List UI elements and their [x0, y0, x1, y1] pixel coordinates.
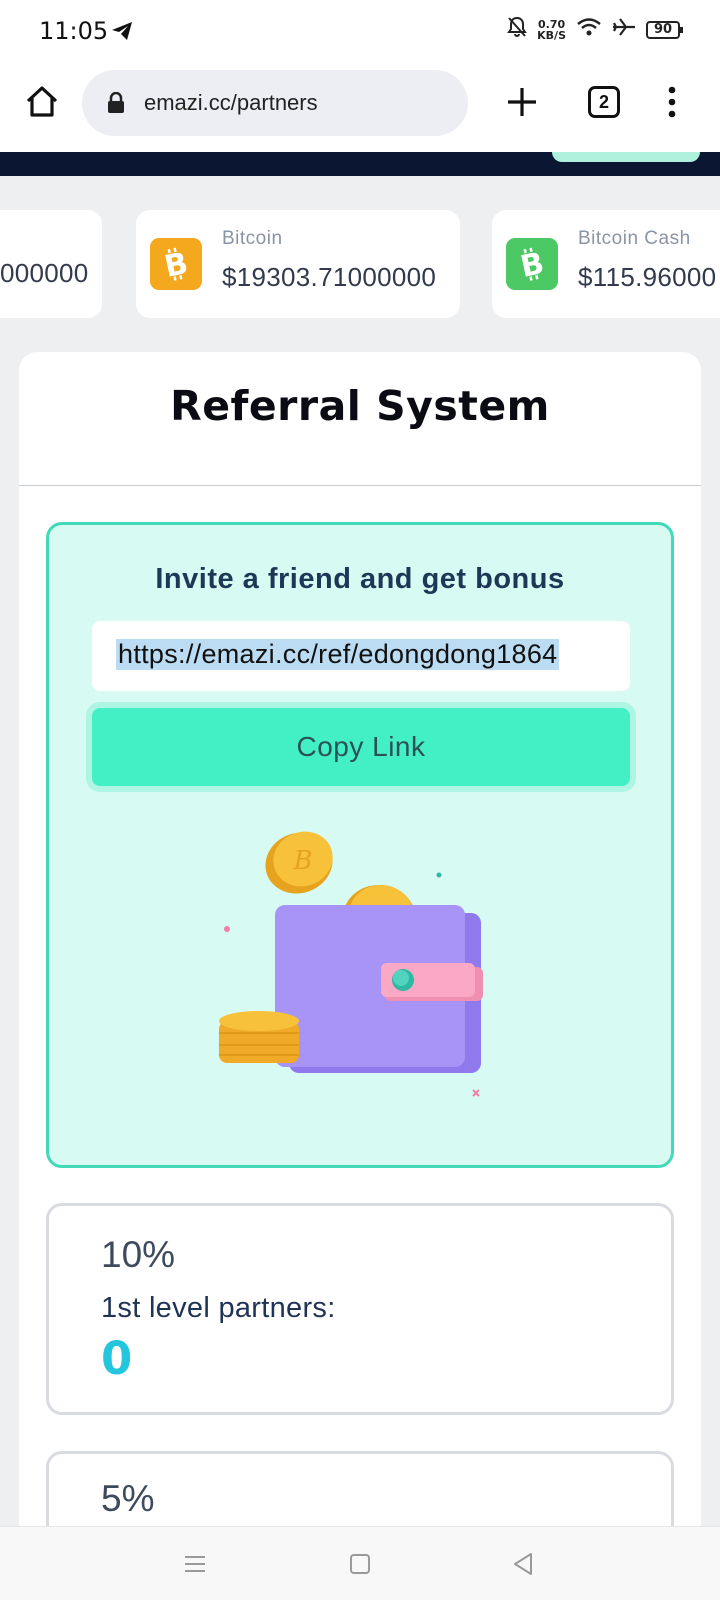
battery-icon: 90: [646, 20, 683, 39]
referral-link-field[interactable]: https://emazi.cc/ref/edongdong1864: [92, 621, 630, 691]
back-button[interactable]: [508, 1549, 538, 1579]
recent-apps-button[interactable]: [180, 1549, 210, 1579]
divider: [19, 485, 701, 486]
square-icon: [350, 1554, 370, 1574]
referral-link-text[interactable]: https://emazi.cc/ref/edongdong1864: [116, 639, 560, 670]
wallet-illustration: B B: [219, 831, 483, 1097]
ticker-name: Bitcoin: [222, 228, 283, 249]
more-vert-icon: [668, 86, 676, 118]
status-bar: 11:05 0.70 KB/S 90: [0, 0, 720, 62]
browser-menu-button[interactable]: [660, 82, 684, 122]
page-title: Referral System: [170, 382, 550, 430]
level-count: 0: [101, 1332, 133, 1385]
wifi-icon: [576, 17, 602, 42]
airplane-icon: [612, 17, 636, 42]
home-icon: [26, 86, 58, 117]
ticker-card-bitcoin: B Bitcoin $19303.71000000: [136, 210, 460, 318]
home-nav-button[interactable]: [345, 1549, 375, 1579]
mute-icon: [507, 16, 528, 43]
bitcoin-icon: B: [150, 238, 202, 290]
level-percent: 5%: [101, 1478, 155, 1519]
copy-link-button[interactable]: Copy Link: [92, 708, 630, 786]
ticker-price: $19303.71000000: [222, 262, 437, 292]
svg-text:B: B: [292, 846, 312, 876]
status-time: 11:05: [39, 17, 109, 45]
coin-icon: B: [265, 831, 333, 894]
browser-toolbar: emazi.cc/partners 2: [0, 62, 720, 152]
net-speed: 0.70 KB/S: [537, 19, 566, 41]
wallet-icon: [275, 905, 483, 1073]
home-button[interactable]: [22, 82, 62, 122]
level-percent: 10%: [101, 1234, 176, 1275]
ticker-card: 000000: [0, 210, 102, 318]
lock-icon: [107, 91, 125, 119]
sparkle-cross: [472, 1089, 480, 1097]
invite-heading: Invite a friend and get bonus: [155, 563, 565, 595]
plus-icon: [508, 88, 536, 116]
system-navigation-bar: [0, 1526, 720, 1600]
sparkle-dot: [224, 926, 230, 932]
status-icons: 0.70 KB/S 90: [507, 16, 683, 43]
invite-panel: Invite a friend and get bonus https://em…: [46, 522, 674, 1168]
coin-stack-icon: [219, 1011, 299, 1063]
ticker-name: Bitcoin Cash: [578, 228, 691, 249]
address-bar[interactable]: emazi.cc/partners: [82, 70, 468, 136]
ticker-price: $115.96000: [578, 262, 717, 292]
back-triangle-icon: [514, 1553, 532, 1575]
url-text: emazi.cc/partners: [144, 90, 318, 115]
new-tab-button[interactable]: [502, 82, 542, 122]
level-label: 1st level partners:: [101, 1292, 336, 1324]
partner-level-card: 10% 1st level partners: 0: [46, 1203, 674, 1415]
menu-icon: [185, 1556, 205, 1572]
ticker-price: 000000: [0, 258, 89, 288]
tab-switcher-button[interactable]: 2: [588, 86, 620, 118]
telegram-icon: [110, 20, 134, 47]
sparkle-dot: [436, 872, 442, 878]
net-speed-unit: KB/S: [537, 28, 566, 42]
ticker-card-bitcoin-cash: B Bitcoin Cash $115.96000: [492, 210, 720, 318]
bitcoin-cash-icon: B: [506, 238, 558, 290]
header-action-button[interactable]: [552, 152, 700, 162]
